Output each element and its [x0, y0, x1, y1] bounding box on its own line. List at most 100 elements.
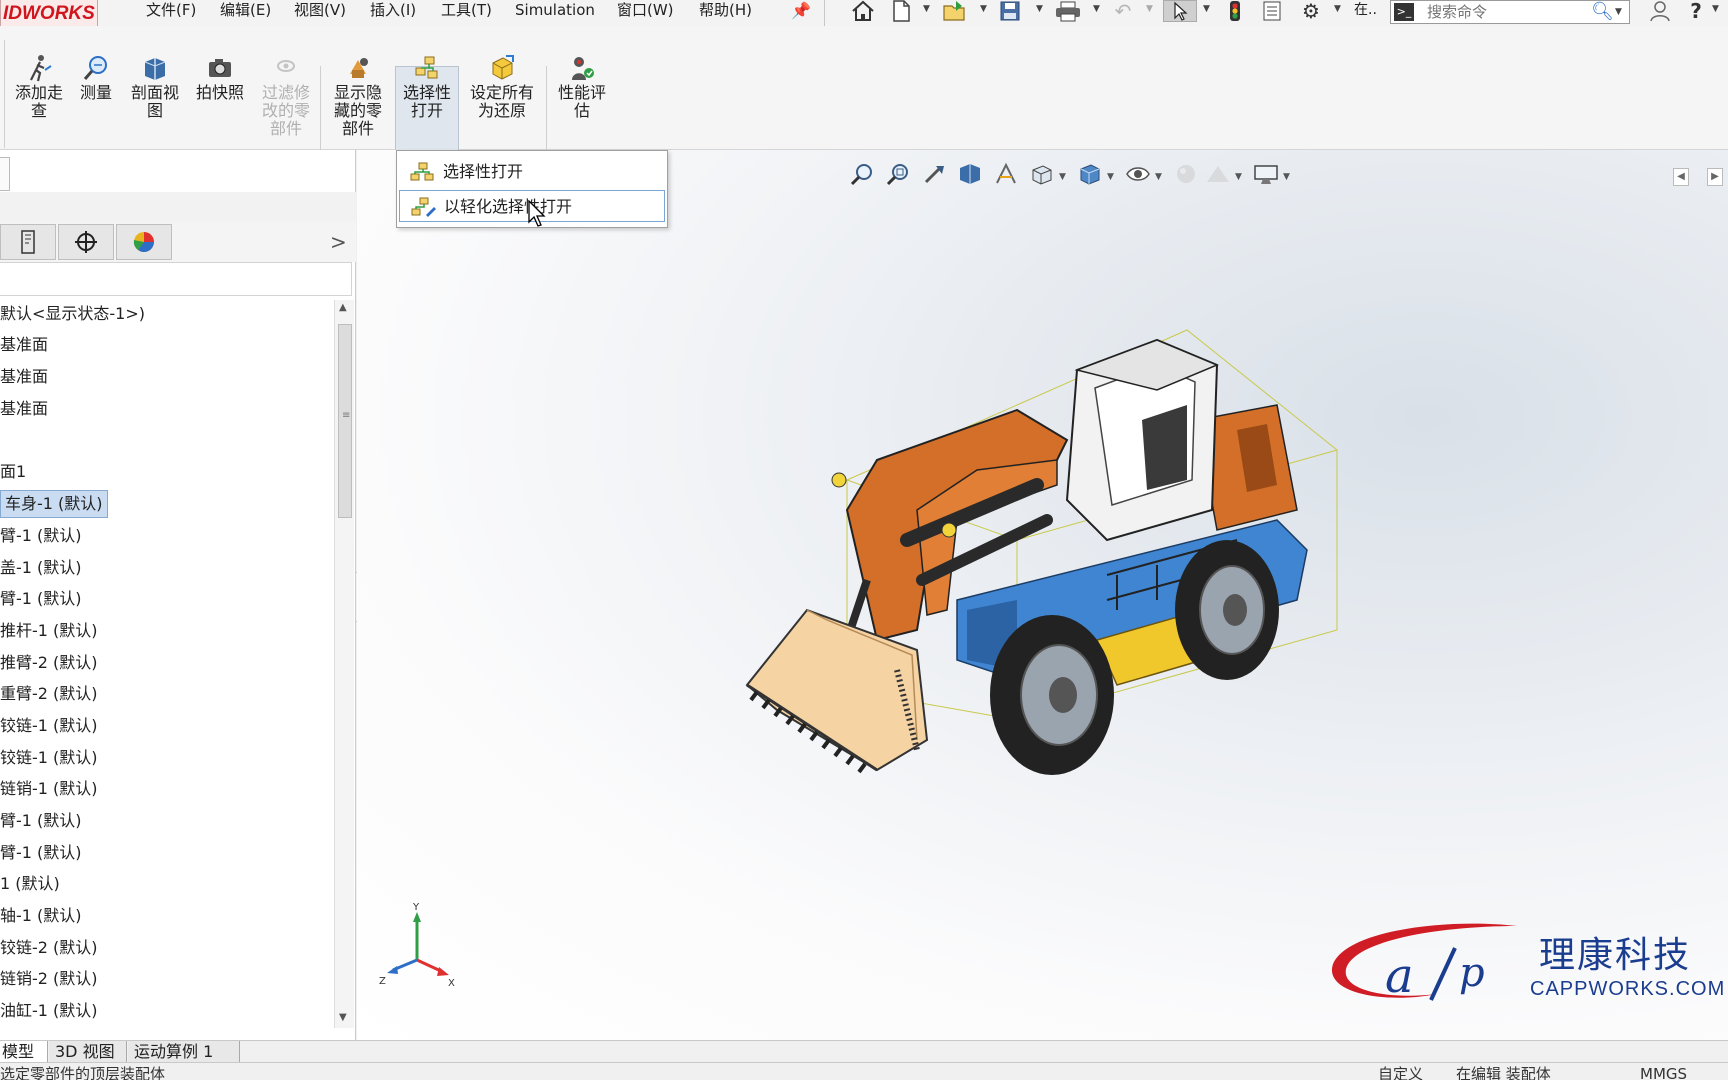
panel-collapsed-strip[interactable]	[0, 157, 10, 191]
options-gear-icon[interactable]: ⚙	[1298, 0, 1324, 22]
zoom-to-area-icon[interactable]	[883, 162, 913, 192]
add-walkthrough-button[interactable]: 添加走 查	[10, 54, 68, 120]
tree-item[interactable]: 臂-1 (默认)	[0, 839, 82, 867]
view-orientation-icon[interactable]	[1027, 162, 1057, 192]
tab-3d-view[interactable]: 3D 视图	[49, 1041, 127, 1063]
scroll-up-icon[interactable]: ▲	[339, 302, 347, 313]
tree-item[interactable]: 链销-1 (默认)	[0, 775, 98, 803]
tree-item[interactable]: 重臂-2 (默认)	[0, 680, 98, 708]
display-style-icon[interactable]	[1075, 162, 1105, 192]
status-units[interactable]: MMGS	[1640, 1066, 1687, 1080]
tree-item[interactable]: 臂-1 (默认)	[0, 522, 82, 550]
tree-item[interactable]: 链销-2 (默认)	[0, 965, 98, 993]
take-snapshot-button[interactable]: 拍快照	[188, 54, 252, 102]
open-dropdown-icon[interactable]: ▼	[980, 4, 987, 14]
dynamic-annotation-icon[interactable]	[991, 162, 1021, 192]
search-commands-box[interactable]: >_ 🔍︎ ▼	[1390, 0, 1630, 24]
open-icon[interactable]	[942, 0, 968, 22]
edit-appearance-icon[interactable]	[1171, 162, 1201, 192]
previous-view-icon[interactable]	[919, 162, 949, 192]
tree-item[interactable]: 默认<显示状态-1>)	[0, 300, 145, 328]
apply-scene-icon[interactable]	[1203, 162, 1233, 192]
view-settings-icon[interactable]	[1251, 162, 1281, 192]
new-document-icon[interactable]	[890, 0, 912, 22]
save-icon[interactable]	[998, 0, 1022, 22]
tree-item[interactable]: 铰链-1 (默认)	[0, 744, 98, 772]
search-icon[interactable]: 🔍︎	[1591, 1, 1614, 22]
collapse-right-icon[interactable]: ▶	[1707, 168, 1723, 186]
view-settings-dropdown-icon[interactable]: ▼	[1283, 172, 1290, 182]
file-properties-icon[interactable]	[1261, 0, 1283, 22]
performance-evaluation-button[interactable]: 性能评 估	[552, 54, 612, 120]
traffic-light-icon[interactable]	[1226, 0, 1244, 22]
scroll-down-icon[interactable]: ▼	[339, 1012, 347, 1023]
search-input[interactable]	[1427, 3, 1577, 21]
tab-motion-study[interactable]: 运动算例 1	[128, 1041, 240, 1063]
section-view-button[interactable]: 剖面视 图	[126, 54, 184, 120]
tree-item[interactable]: 基准面	[0, 395, 48, 423]
view-orientation-dropdown-icon[interactable]: ▼	[1059, 172, 1066, 182]
show-hidden-components-button[interactable]: 显示隐 藏的零 部件	[326, 54, 390, 138]
select-dropdown-icon[interactable]: ▼	[1203, 4, 1210, 14]
help-icon[interactable]: ?	[1686, 0, 1706, 22]
search-dropdown-icon[interactable]: ▼	[1615, 7, 1622, 17]
tree-item[interactable]: 轴-1 (默认)	[0, 902, 82, 930]
menu-edit[interactable]: 编辑(E)	[220, 0, 271, 22]
display-manager-tab[interactable]	[116, 224, 172, 260]
filter-modified-button[interactable]: 过滤修 改的零 部件	[256, 54, 316, 138]
menu-simulation[interactable]: Simulation	[515, 0, 595, 22]
zoom-to-fit-icon[interactable]	[847, 162, 877, 192]
tree-item[interactable]: 臂-1 (默认)	[0, 585, 82, 613]
tree-item[interactable]: 基准面	[0, 331, 48, 359]
menu-window[interactable]: 窗口(W)	[617, 0, 674, 22]
set-all-resolved-button[interactable]: 设定所有 为还原	[464, 54, 540, 120]
tree-item[interactable]: 面1	[0, 458, 26, 486]
hide-show-dropdown-icon[interactable]: ▼	[1155, 172, 1162, 182]
menu-help[interactable]: 帮助(H)	[699, 0, 752, 22]
tree-item[interactable]: 铰链-2 (默认)	[0, 934, 98, 962]
select-arrow-icon[interactable]	[1163, 0, 1197, 22]
tree-item[interactable]: 推臂-2 (默认)	[0, 649, 98, 677]
display-style-dropdown-icon[interactable]: ▼	[1107, 172, 1114, 182]
help-dropdown-icon[interactable]: ▼	[1712, 4, 1719, 14]
hide-show-items-icon[interactable]	[1123, 162, 1153, 192]
options-dropdown-icon[interactable]: ▼	[1334, 4, 1341, 14]
home-icon[interactable]	[849, 0, 877, 22]
tree-item[interactable]: 推杆-1 (默认)	[0, 617, 98, 645]
tree-item[interactable]: 1 (默认)	[0, 870, 60, 898]
menu-item-selective-open[interactable]: 选择性打开	[399, 156, 665, 188]
menu-file[interactable]: 文件(F)	[146, 0, 196, 22]
user-icon[interactable]	[1648, 0, 1672, 22]
menu-view[interactable]: 视图(V)	[294, 0, 346, 22]
selective-open-content[interactable]: 选择性 打开	[395, 54, 459, 120]
tree-item[interactable]: 盖-1 (默认)	[0, 554, 82, 582]
tab-model[interactable]: 模型	[0, 1041, 48, 1063]
print-dropdown-icon[interactable]: ▼	[1093, 4, 1100, 14]
print-icon[interactable]	[1054, 0, 1082, 22]
quick-access-overflow[interactable]: 在..	[1354, 0, 1377, 22]
more-tabs-chevron-icon[interactable]: >	[330, 230, 347, 254]
apply-scene-dropdown-icon[interactable]: ▼	[1235, 172, 1242, 182]
new-dropdown-icon[interactable]: ▼	[923, 4, 930, 14]
tree-item-selected[interactable]: 车身-1 (默认)	[0, 490, 108, 518]
pin-menu-icon[interactable]: 📌	[790, 1, 812, 21]
menu-insert[interactable]: 插入(I)	[370, 0, 416, 22]
menu-tools[interactable]: 工具(T)	[441, 0, 492, 22]
collapse-left-icon[interactable]: ◀	[1673, 168, 1689, 186]
tree-item[interactable]: 铰链-1 (默认)	[0, 712, 98, 740]
undo-dropdown-icon[interactable]: ▼	[1146, 4, 1153, 14]
section-view-hud-icon[interactable]	[955, 162, 985, 192]
tree-item[interactable]: 臂-1 (默认)	[0, 807, 82, 835]
graphics-viewport[interactable]: ▼ ▼ ▼ ▼ ▼ ◀ ▶ Y X Z a p 理康科技 CAPPWORKS.C…	[357, 150, 1728, 1040]
tree-filter-box[interactable]	[0, 262, 352, 296]
config-manager-tab[interactable]	[0, 224, 56, 260]
undo-icon[interactable]: ↶	[1110, 0, 1136, 22]
wheel-loader-model[interactable]	[717, 310, 1477, 870]
tree-item[interactable]: 基准面	[0, 363, 48, 391]
tree-scrollbar[interactable]: ▲ ≡ ▼	[334, 300, 354, 1028]
status-custom[interactable]: 自定义	[1378, 1066, 1423, 1080]
scrollbar-thumb[interactable]: ≡	[338, 324, 352, 518]
measure-button[interactable]: 测量	[74, 54, 118, 102]
tree-item[interactable]: 油缸-1 (默认)	[0, 997, 98, 1025]
dimxpert-tab[interactable]	[58, 224, 114, 260]
